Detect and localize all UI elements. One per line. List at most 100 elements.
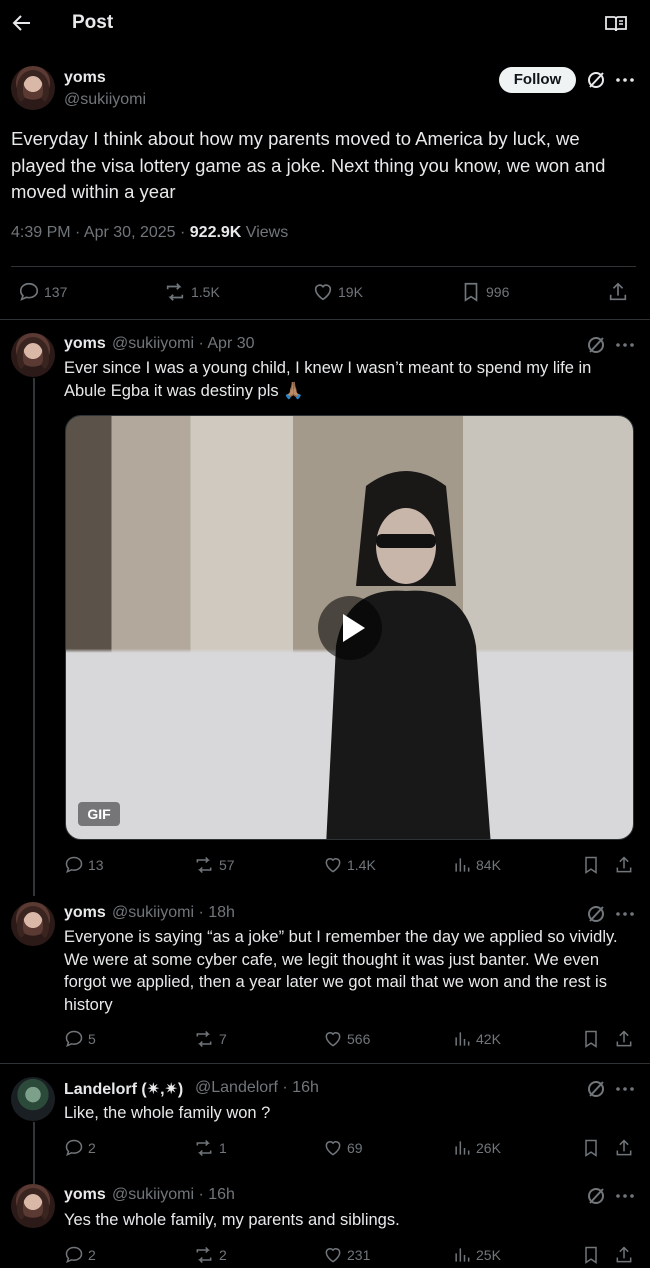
reply-author-name[interactable]: yoms [64,1186,106,1204]
avatar[interactable] [11,902,55,946]
views-label: Views [241,224,289,241]
reply-button[interactable]: 13 [64,855,104,875]
share-icon[interactable] [614,1029,634,1049]
reply-button[interactable]: 5 [64,1029,96,1049]
bookmark-button[interactable]: 996 [460,281,509,303]
play-icon[interactable] [318,596,382,660]
repost-button[interactable]: 1 [193,1138,227,1158]
thread-line [33,1122,35,1184]
reply-text: Yes the whole family, my parents and sib… [64,1211,400,1229]
repost-count: 2 [219,1247,227,1263]
gif-badge: GIF [78,802,120,826]
views-count[interactable]: 922.9K [190,224,242,241]
author-handle[interactable]: @sukiiyomi [64,91,146,109]
more-icon[interactable] [614,335,636,355]
follow-button[interactable]: Follow [499,67,576,93]
share-icon[interactable] [614,855,634,875]
share-icon[interactable] [607,281,629,303]
divider [11,266,636,267]
page-title: Post [72,12,114,33]
avatar[interactable] [11,1077,55,1121]
like-count: 69 [347,1140,363,1156]
grok-icon[interactable] [586,1186,606,1206]
repost-button[interactable]: 1.5K [163,281,220,303]
views-count: 26K [476,1140,501,1156]
bookmark-icon[interactable] [581,1029,601,1049]
reply-button[interactable]: 2 [64,1245,96,1265]
repost-count: 7 [219,1031,227,1047]
reply-button[interactable]: 137 [18,281,67,303]
like-count: 19K [338,284,363,300]
like-button[interactable]: 231 [323,1245,370,1265]
like-count: 1.4K [347,857,376,873]
top-bar: Post [0,0,650,48]
reply-text: Ever since I was a young child, I knew I… [64,359,592,400]
bookmark-icon[interactable] [581,855,601,875]
repost-icon [196,1246,212,1264]
like-icon [325,858,341,873]
author-name[interactable]: yoms [64,69,106,87]
reply-handle[interactable]: @sukiiyomi · Apr 30 [112,335,255,353]
repost-count: 1 [219,1140,227,1156]
reply-text: Like, the whole family won ? [64,1104,271,1122]
reply-handle[interactable]: @sukiiyomi · 18h [112,904,235,922]
views-count: 25K [476,1247,501,1263]
views-icon [455,858,470,872]
more-icon[interactable] [614,70,636,90]
avatar[interactable] [11,333,55,377]
repost-icon [196,1139,212,1157]
repost-button[interactable]: 7 [193,1029,227,1049]
like-count: 566 [347,1031,371,1047]
share-icon[interactable] [614,1245,634,1265]
reply-author-name[interactable]: yoms [64,335,106,353]
repost-icon [196,856,212,874]
more-icon[interactable] [614,1186,636,1206]
repost-count: 1.5K [191,284,220,300]
timestamp-text: 4:39 PM · Apr 30, 2025 · [11,224,190,241]
reply-count: 5 [88,1031,96,1047]
divider [0,319,650,320]
views-button[interactable]: 42K [452,1029,501,1049]
gif-media[interactable]: GIF [65,415,634,840]
like-icon [325,1248,341,1263]
grok-icon[interactable] [586,335,606,355]
views-button[interactable]: 25K [452,1245,501,1265]
reply-handle[interactable]: @sukiiyomi · 16h [112,1186,235,1204]
views-icon [455,1032,470,1046]
views-button[interactable]: 84K [452,855,501,875]
more-icon[interactable] [614,904,636,924]
repost-button[interactable]: 2 [193,1245,227,1265]
reply-author-name[interactable]: Landelorf (✷,✷) [64,1079,183,1099]
reader-mode-icon[interactable] [604,12,628,36]
grok-icon[interactable] [586,70,606,90]
like-button[interactable]: 566 [323,1029,370,1049]
like-count: 231 [347,1247,371,1263]
reply-handle[interactable]: @Landelorf · 16h [195,1079,319,1097]
divider [0,1063,650,1064]
views-count: 84K [476,857,501,873]
share-icon[interactable] [614,1138,634,1158]
like-button[interactable]: 1.4K [323,855,376,875]
reply-author-name[interactable]: yoms [64,904,106,922]
back-arrow-icon[interactable] [10,11,34,35]
avatar[interactable] [11,66,55,110]
repost-icon [166,283,184,301]
reply-icon [65,856,83,874]
repost-button[interactable]: 57 [193,855,235,875]
like-icon [325,1141,341,1156]
reply-count: 13 [88,857,104,873]
bookmark-icon[interactable] [581,1138,601,1158]
post-text: Everyday I think about how my parents mo… [11,128,606,202]
like-button[interactable]: 69 [323,1138,363,1158]
repost-icon [196,1030,212,1048]
more-icon[interactable] [614,1079,636,1099]
grok-icon[interactable] [586,1079,606,1099]
bookmark-icon[interactable] [581,1245,601,1265]
reply-button[interactable]: 2 [64,1138,96,1158]
grok-icon[interactable] [586,904,606,924]
thread-line [33,378,35,896]
views-button[interactable]: 26K [452,1138,501,1158]
reply-count: 137 [44,284,68,300]
like-button[interactable]: 19K [312,281,363,303]
avatar[interactable] [11,1184,55,1228]
